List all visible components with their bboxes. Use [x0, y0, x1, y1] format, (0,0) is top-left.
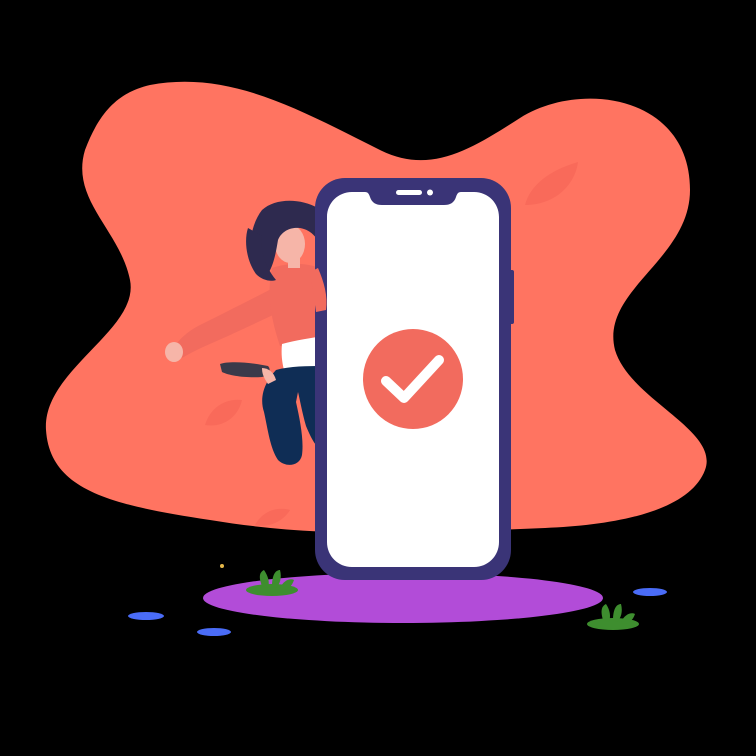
phone-camera [427, 189, 433, 196]
puddle [633, 588, 667, 596]
sparkle [220, 564, 224, 568]
illustration-svg [45, 81, 707, 636]
puddle [197, 628, 231, 636]
phone-speaker [396, 190, 422, 195]
plant-icon [587, 604, 639, 630]
puddle [128, 612, 164, 620]
illustration-scene [0, 0, 756, 756]
check-icon [363, 329, 463, 429]
